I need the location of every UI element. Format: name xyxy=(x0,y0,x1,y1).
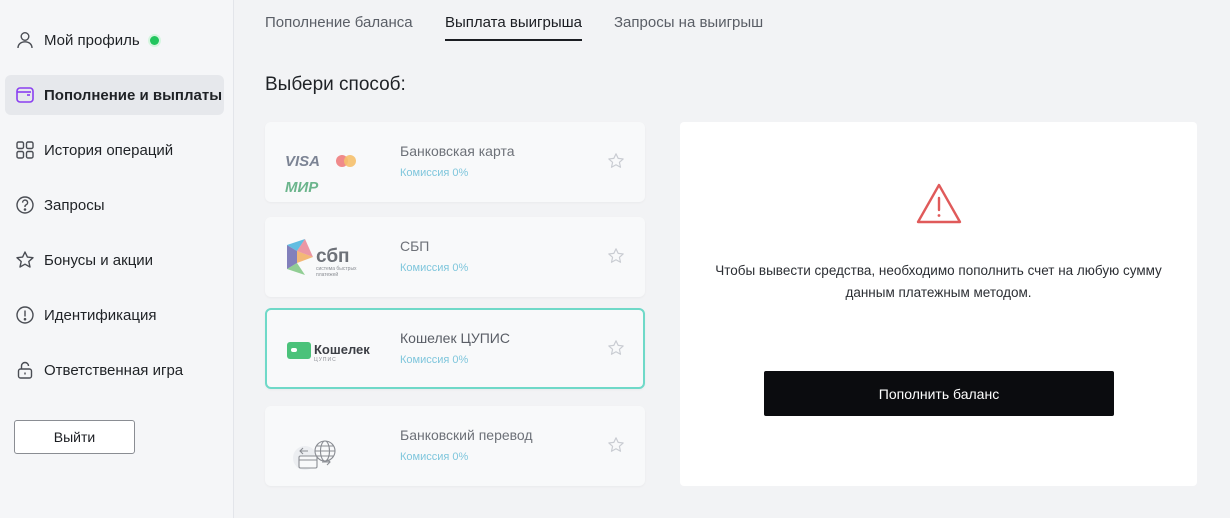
visa-mastercard-mir-logo: VISA МИР xyxy=(283,134,383,194)
tab-deposit[interactable]: Пополнение баланса xyxy=(265,14,413,39)
method-name: СБП xyxy=(400,238,430,254)
mir-logo-text: МИР xyxy=(285,179,319,194)
sidebar-item-label: Мой профиль xyxy=(44,31,140,49)
sbp-logo-text: сбп xyxy=(316,246,350,267)
cupis-logo-subtext: ЦУПИС xyxy=(314,357,337,363)
user-icon xyxy=(15,30,35,50)
method-fee: Комиссия 0% xyxy=(400,354,469,366)
sidebar-item-label: Ответственная игра xyxy=(44,361,184,379)
method-name: Банковская карта xyxy=(400,143,515,159)
warning-icon xyxy=(916,183,962,224)
info-icon xyxy=(15,305,35,325)
sidebar-item-identification[interactable]: Идентификация xyxy=(5,295,224,335)
sidebar-item-label: Идентификация xyxy=(44,306,157,324)
visa-logo-text: VISA xyxy=(285,153,320,170)
logout-button[interactable]: Выйти xyxy=(14,420,135,454)
bank-transfer-logo xyxy=(283,418,383,478)
sidebar: Мой профиль Пополнение и выплаты История… xyxy=(0,0,234,518)
method-card-sbp[interactable]: сбп система быстрых платежей СБП Комисси… xyxy=(265,217,645,297)
method-fee: Комиссия 0% xyxy=(400,167,469,179)
sidebar-item-profile[interactable]: Мой профиль xyxy=(5,20,224,60)
wallet-icon xyxy=(15,85,35,105)
top-up-balance-button[interactable]: Пополнить баланс xyxy=(764,371,1114,416)
withdrawal-info-panel: Чтобы вывести средства, необходимо попол… xyxy=(680,122,1197,486)
sidebar-item-label: Пополнение и выплаты xyxy=(44,86,223,104)
favorite-star-icon[interactable] xyxy=(607,247,625,265)
favorite-star-icon[interactable] xyxy=(607,339,625,357)
sbp-logo-subtext-2: платежей xyxy=(316,271,338,278)
method-card-cupis-wallet[interactable]: Кошелек ЦУПИС Кошелек ЦУПИС Комиссия 0% xyxy=(265,308,645,389)
sidebar-item-history[interactable]: История операций xyxy=(5,130,224,170)
method-fee: Комиссия 0% xyxy=(400,262,469,274)
method-card-bank-card[interactable]: VISA МИР Банковская карта Комиссия 0% xyxy=(265,122,645,202)
method-card-bank-transfer[interactable]: Банковский перевод Комиссия 0% xyxy=(265,406,645,486)
method-name: Кошелек ЦУПИС xyxy=(400,330,510,346)
tab-withdrawal[interactable]: Выплата выигрыша xyxy=(445,14,582,41)
method-name: Банковский перевод xyxy=(400,427,533,443)
cupis-wallet-logo: Кошелек ЦУПИС xyxy=(283,320,383,380)
sidebar-item-bonuses[interactable]: Бонусы и акции xyxy=(5,240,224,280)
sidebar-item-label: Бонусы и акции xyxy=(44,251,154,269)
sidebar-item-deposits-withdrawals[interactable]: Пополнение и выплаты xyxy=(5,75,224,115)
grid-icon xyxy=(15,140,35,160)
cupis-logo-text: Кошелек xyxy=(314,342,370,357)
online-status-dot xyxy=(149,35,159,45)
tab-withdrawal-requests[interactable]: Запросы на выигрыш xyxy=(614,14,763,39)
sidebar-item-label: История операций xyxy=(44,141,174,159)
withdrawal-warning-message: Чтобы вывести средства, необходимо попол… xyxy=(715,263,1162,300)
question-icon xyxy=(15,195,35,215)
sidebar-item-label: Запросы xyxy=(44,196,105,214)
section-title: Выбери способ: xyxy=(265,74,406,95)
favorite-star-icon[interactable] xyxy=(607,436,625,454)
sidebar-item-requests[interactable]: Запросы xyxy=(5,185,224,225)
favorite-star-icon[interactable] xyxy=(607,152,625,170)
star-icon xyxy=(15,250,35,270)
lock-icon xyxy=(15,360,35,380)
sidebar-item-responsible-gaming[interactable]: Ответственная игра xyxy=(5,350,224,390)
sbp-logo: сбп система быстрых платежей xyxy=(283,229,383,289)
method-fee: Комиссия 0% xyxy=(400,451,469,463)
